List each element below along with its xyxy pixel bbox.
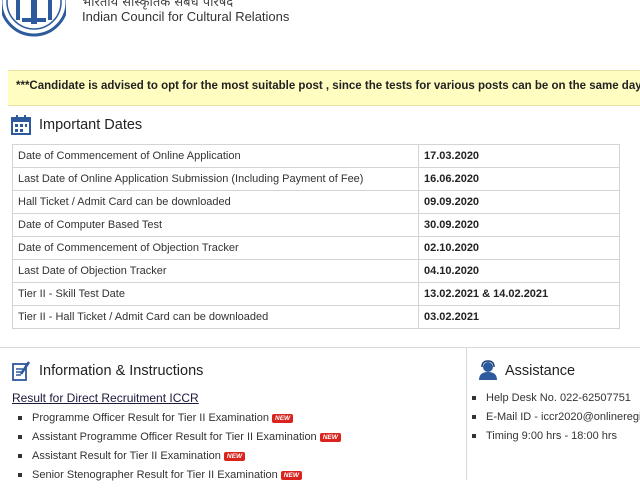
timing-item: Timing 9:00 hrs - 18:00 hrs bbox=[472, 430, 640, 449]
list-item[interactable]: Assistant Programme Officer Result for T… bbox=[18, 431, 341, 450]
date-label: Tier II - Skill Test Date bbox=[12, 282, 419, 306]
date-value: 03.02.2021 bbox=[418, 305, 620, 329]
date-value: 02.10.2020 bbox=[418, 236, 620, 260]
results-list: Programme Officer Result for Tier II Exa… bbox=[18, 412, 341, 488]
result-item-label[interactable]: Programme Officer Result for Tier II Exa… bbox=[32, 412, 269, 424]
important-dates-table: Date of Commencement of Online Applicati… bbox=[12, 144, 620, 329]
table-row: Last Date of Online Application Submissi… bbox=[12, 167, 620, 191]
column-divider bbox=[466, 348, 467, 480]
date-label: Tier II - Hall Ticket / Admit Card can b… bbox=[12, 305, 419, 329]
list-item[interactable]: Programme Officer Result for Tier II Exa… bbox=[18, 412, 341, 431]
result-item-label[interactable]: Assistant Result for Tier II Examination bbox=[32, 450, 221, 462]
date-value: 04.10.2020 bbox=[418, 259, 620, 283]
list-item[interactable]: Assistant Result for Tier II Examination… bbox=[18, 450, 341, 469]
org-name: Indian Council for Cultural Relations bbox=[82, 9, 290, 24]
date-label: Date of Commencement of Online Applicati… bbox=[12, 144, 419, 168]
table-row: Tier II - Skill Test Date 13.02.2021 & 1… bbox=[12, 282, 620, 306]
notice-banner: ***Candidate is advised to opt for the m… bbox=[8, 70, 640, 106]
table-row: Tier II - Hall Ticket / Admit Card can b… bbox=[12, 305, 620, 329]
table-row: Hall Ticket / Admit Card can be download… bbox=[12, 190, 620, 214]
new-badge: NEW bbox=[319, 432, 341, 442]
section-divider bbox=[0, 347, 640, 348]
information-title: Information & Instructions bbox=[39, 363, 204, 379]
result-item-label[interactable]: Assistant Programme Officer Result for T… bbox=[32, 431, 317, 443]
important-dates-title: Important Dates bbox=[39, 117, 143, 133]
user-support-icon bbox=[479, 360, 497, 380]
date-label: Date of Commencement of Objection Tracke… bbox=[12, 236, 419, 260]
date-value: 09.09.2020 bbox=[418, 190, 620, 214]
table-row: Date of Commencement of Online Applicati… bbox=[12, 144, 620, 168]
new-badge: NEW bbox=[280, 470, 302, 480]
email-item[interactable]: E-Mail ID - iccr2020@onlineregistrationf… bbox=[472, 411, 640, 430]
document-pencil-icon bbox=[12, 361, 31, 381]
result-item-label[interactable]: Senior Stenographer Result for Tier II E… bbox=[32, 469, 278, 481]
date-value: 16.06.2020 bbox=[418, 167, 620, 191]
iccr-logo-icon[interactable] bbox=[2, 0, 66, 38]
date-label: Last Date of Online Application Submissi… bbox=[12, 167, 419, 191]
date-value: 30.09.2020 bbox=[418, 213, 620, 237]
new-badge: NEW bbox=[272, 413, 294, 423]
list-item[interactable]: Senior Stenographer Result for Tier II E… bbox=[18, 469, 341, 488]
date-label: Last Date of Objection Tracker bbox=[12, 259, 419, 283]
table-row: Last Date of Objection Tracker 04.10.202… bbox=[12, 259, 620, 283]
result-direct-recruitment-link[interactable]: Result for Direct Recruitment ICCR bbox=[12, 391, 199, 405]
assistance-list: Help Desk No. 022-62507751 E-Mail ID - i… bbox=[472, 392, 640, 449]
date-value: 17.03.2020 bbox=[418, 144, 620, 168]
notice-text: ***Candidate is advised to opt for the m… bbox=[16, 80, 640, 92]
new-badge: NEW bbox=[223, 451, 246, 461]
table-row: Date of Computer Based Test 30.09.2020 bbox=[12, 213, 620, 237]
helpdesk-item: Help Desk No. 022-62507751 bbox=[472, 392, 640, 411]
date-label: Date of Computer Based Test bbox=[12, 213, 419, 237]
assistance-title: Assistance bbox=[505, 363, 576, 379]
date-label: Hall Ticket / Admit Card can be download… bbox=[12, 190, 419, 214]
date-value: 13.02.2021 & 14.02.2021 bbox=[418, 282, 620, 306]
table-row: Date of Commencement of Objection Tracke… bbox=[12, 236, 620, 260]
site-header: भारतीय सांस्कृतिक संबंध परिषद Indian Cou… bbox=[0, 0, 640, 46]
calendar-icon bbox=[11, 115, 31, 135]
